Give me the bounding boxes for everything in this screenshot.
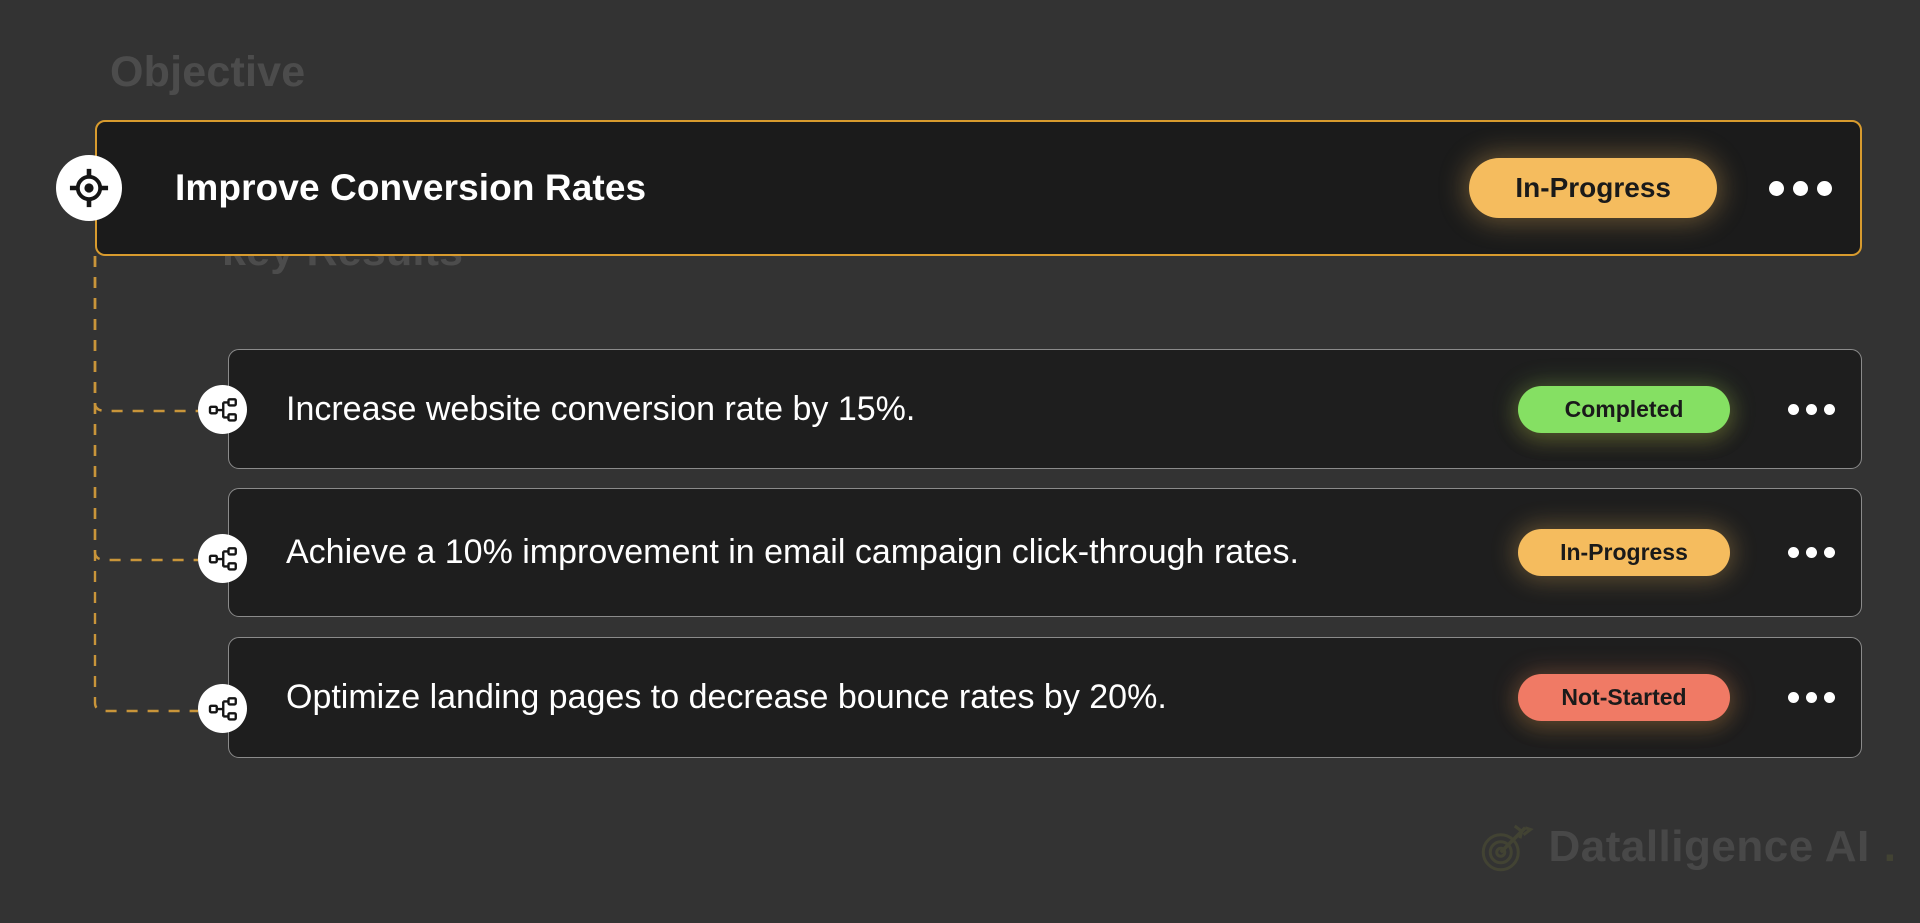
key-result-node-icon [198,385,247,434]
key-result-more-options-icon[interactable] [1788,403,1835,415]
connector-branch-2 [93,256,198,562]
hierarchy-icon [208,696,237,721]
key-result-card-actions: In-Progress [1518,529,1835,576]
key-result-more-options-icon[interactable] [1788,547,1835,558]
okr-tree-canvas: Objective key Results Improve Conversion… [0,0,1920,923]
key-result-status-badge[interactable]: In-Progress [1518,529,1730,576]
key-result-card[interactable]: Achieve a 10% improvement in email campa… [228,488,1862,617]
brand-name: Datalligence AI [1548,822,1870,871]
key-result-card-actions: Not-Started [1518,674,1835,721]
hierarchy-icon [208,397,237,422]
key-result-card[interactable]: Optimize landing pages to decrease bounc… [228,637,1862,758]
objective-title: Improve Conversion Rates [175,167,647,208]
key-result-status-badge[interactable]: Completed [1518,385,1730,433]
target-arrow-logo [1482,824,1535,872]
objective-status-badge[interactable]: In-Progress [1469,158,1717,218]
key-result-status-badge[interactable]: Not-Started [1518,674,1730,721]
key-result-card-actions: Completed [1518,385,1835,433]
key-result-text: Optimize landing pages to decrease bounc… [286,678,1167,717]
connector-branch-3 [93,256,198,713]
key-result-node-icon [198,534,247,583]
objective-card[interactable]: Improve Conversion Rates In-Progress [95,120,1862,256]
target-crosshair-icon [69,168,109,208]
hierarchy-icon [208,546,237,571]
key-result-card[interactable]: Increase website conversion rate by 15%.… [228,349,1862,469]
objective-target-icon [56,155,122,221]
brand-watermark: Datalligence AI . [1478,819,1896,875]
key-result-text: Increase website conversion rate by 15%. [286,389,916,428]
key-result-text: Achieve a 10% improvement in email campa… [286,533,1299,572]
key-result-more-options-icon[interactable] [1788,692,1835,703]
key-result-node-icon [198,684,247,733]
connector-branch-1 [93,256,198,413]
objective-more-options-icon[interactable] [1769,180,1832,196]
brand-dot: . [1883,822,1896,871]
objective-card-actions: In-Progress [1469,158,1832,218]
objective-section-label: Objective [110,48,306,96]
